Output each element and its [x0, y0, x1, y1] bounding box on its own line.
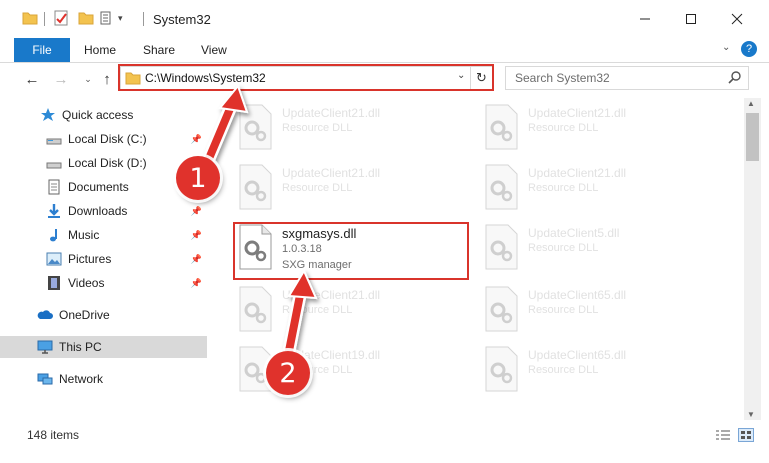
annotation-arrows — [198, 83, 318, 363]
callout-step-2: 2 — [266, 351, 310, 395]
callout-step-1: 1 — [176, 156, 220, 200]
